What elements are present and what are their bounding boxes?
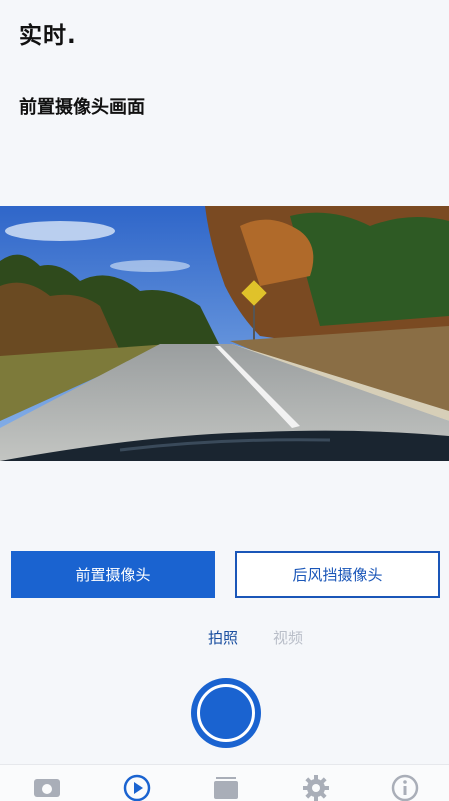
dashcam-icon[interactable] bbox=[27, 771, 67, 801]
camera-view-label: 前置摄像头画面 bbox=[19, 97, 145, 118]
info-icon[interactable] bbox=[385, 771, 425, 801]
photo-mode-tab[interactable]: 拍照 bbox=[208, 627, 238, 648]
gear-icon[interactable] bbox=[296, 771, 336, 801]
video-mode-tab[interactable]: 视频 bbox=[273, 627, 303, 648]
bottom-tab-bar bbox=[0, 764, 449, 801]
shutter-button[interactable] bbox=[191, 678, 261, 748]
page-title: 实时. bbox=[19, 23, 77, 49]
gallery-icon[interactable] bbox=[206, 771, 246, 801]
front-camera-button[interactable]: 前置摄像头 bbox=[11, 551, 215, 598]
camera-feed bbox=[0, 206, 449, 461]
shutter-ring bbox=[197, 684, 255, 742]
play-icon[interactable] bbox=[117, 771, 157, 801]
rear-windshield-camera-button[interactable]: 后风挡摄像头 bbox=[235, 551, 440, 598]
